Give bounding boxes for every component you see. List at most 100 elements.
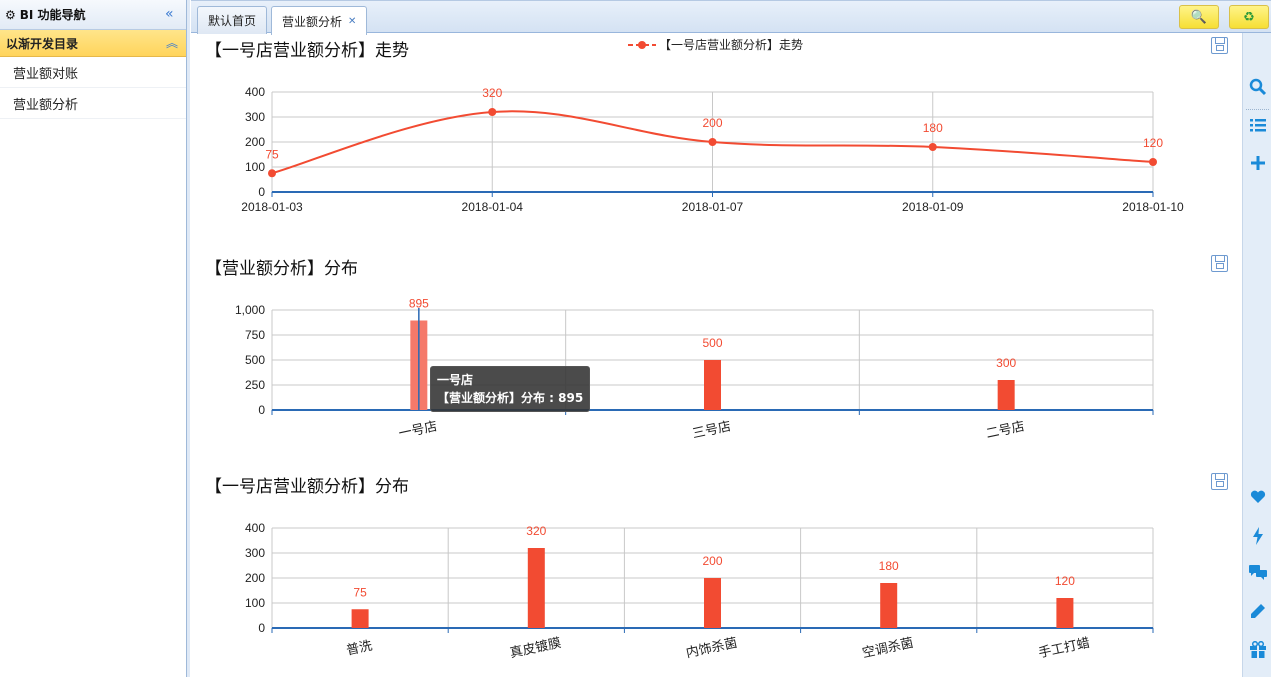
chart-title-store-dist: 【营业额分析】分布 [205, 259, 358, 279]
sidebar-item-label: 营业额分析 [13, 97, 79, 113]
nav-title: BI 功能导航 [19, 8, 86, 22]
data-label: 75 [353, 585, 367, 599]
sidebar-item-reconcile[interactable]: 营业额对账 [0, 57, 186, 88]
tab-label: 默认首页 [208, 14, 257, 28]
bar [880, 583, 898, 628]
data-label: 200 [702, 116, 722, 130]
bar [997, 380, 1015, 410]
y-tick-label: 1,000 [235, 303, 265, 317]
y-tick-label: 200 [245, 571, 265, 585]
tab-home[interactable]: 默认首页 [197, 6, 268, 34]
bar [527, 548, 545, 628]
collapse-sidebar-icon[interactable]: « [165, 6, 174, 22]
chart-title-service-dist: 【一号店营业额分析】分布 [205, 477, 409, 497]
tooltip-title: 一号店 [437, 373, 474, 387]
nav-group-header[interactable]: 以渐开发目录 ︽ [0, 30, 186, 57]
data-label: 300 [996, 356, 1016, 370]
magnifier-icon: 🔍 [1190, 9, 1208, 25]
y-tick-label: 0 [258, 621, 265, 635]
data-point [268, 169, 276, 178]
data-label: 320 [526, 524, 546, 538]
refresh-button[interactable]: ♻ [1229, 5, 1269, 29]
gear-icon: ⚙ [5, 7, 16, 22]
bar [351, 609, 369, 628]
save-icon[interactable] [1211, 37, 1228, 54]
store-bar-chart: 02505007501,000 895一号店500三号店300二号店 [235, 297, 1154, 441]
data-point [488, 108, 497, 116]
recycle-icon: ♻ [1243, 9, 1255, 25]
list-icon[interactable] [1248, 117, 1268, 137]
x-tick-label: 空调杀菌 [861, 635, 915, 660]
close-icon[interactable]: ✕ [348, 16, 356, 27]
y-tick-label: 250 [245, 378, 265, 392]
y-tick-label: 200 [245, 135, 265, 149]
y-tick-label: 500 [245, 353, 265, 367]
y-tick-label: 400 [245, 85, 265, 99]
tooltip-value: 【营业额分析】分布 : 895 [437, 391, 584, 405]
sidebar-item-analysis[interactable]: 营业额分析 [0, 88, 186, 119]
tab-bar: 默认首页 营业额分析 ✕ 🔍 ♻ [191, 0, 1271, 35]
y-tick-label: 750 [245, 328, 265, 342]
chart-legend[interactable]: 【一号店营业额分析】走势 [627, 36, 803, 53]
chart-tooltip: 一号店 【营业额分析】分布 : 895 [430, 366, 591, 412]
x-tick-label: 手工打蜡 [1037, 635, 1091, 660]
y-tick-label: 400 [245, 521, 265, 535]
sidebar: ⚙ BI 功能导航 « 以渐开发目录 ︽ 营业额对账 营业额分析 [0, 0, 190, 677]
divider [1246, 109, 1269, 110]
search-button[interactable]: 🔍 [1179, 5, 1219, 29]
gift-icon[interactable] [1248, 640, 1268, 661]
trend-line-chart: 0 100 200 300 400 2018-01-03 2018-01-04 2018-01… [241, 85, 1184, 214]
x-tick-label: 普洗 [345, 638, 374, 658]
y-tick-label: 300 [245, 546, 265, 560]
data-label: 180 [879, 559, 899, 573]
save-icon[interactable] [1211, 255, 1228, 272]
pencil-icon[interactable] [1248, 603, 1268, 623]
y-tick-label: 100 [245, 160, 265, 174]
data-point [1149, 158, 1157, 166]
x-tick-label: 2018-01-09 [902, 200, 964, 214]
content-area: 【一号店营业额分析】走势 【一号店营业额分析】走势 0 100 200 300 400 2… [195, 34, 1241, 677]
legend-line-icon [628, 40, 656, 49]
save-icon[interactable] [1211, 473, 1228, 490]
tab-label: 营业额分析 [282, 14, 343, 29]
sidebar-item-label: 营业额对账 [13, 66, 79, 82]
x-tick-label: 三号店 [691, 418, 732, 441]
data-label: 120 [1143, 136, 1163, 150]
x-tick-label: 一号店 [397, 418, 438, 441]
data-point [928, 143, 937, 151]
chat-icon[interactable] [1248, 565, 1268, 585]
lightning-icon[interactable] [1248, 527, 1268, 547]
heart-icon[interactable] [1248, 489, 1268, 509]
data-label: 320 [482, 86, 502, 100]
app-window: ⚙ BI 功能导航 « 以渐开发目录 ︽ 营业额对账 营业额分析 默认首页 营业… [0, 0, 1271, 677]
y-tick-label: 0 [258, 403, 265, 417]
right-toolbar [1242, 33, 1271, 677]
x-tick-label: 二号店 [985, 418, 1026, 441]
plus-icon[interactable] [1248, 155, 1268, 175]
y-tick-label: 100 [245, 596, 265, 610]
service-bar-chart: 0 100 200 300 400 75 普洗 320 真皮镀膜 200 内饰杀菌 180 空调杀菌 12… [245, 521, 1154, 660]
bar [1056, 598, 1074, 628]
x-tick-label: 2018-01-10 [1122, 200, 1184, 214]
nav-header: ⚙ BI 功能导航 « [0, 0, 186, 30]
x-tick-label: 2018-01-07 [682, 200, 744, 214]
data-label: 500 [702, 336, 722, 350]
search-icon[interactable] [1248, 78, 1268, 98]
y-tick-label: 0 [258, 185, 265, 199]
legend-label: 【一号店营业额分析】走势 [659, 38, 804, 52]
data-label: 180 [923, 121, 943, 135]
bar [704, 360, 721, 410]
data-label: 200 [702, 554, 722, 568]
data-label: 75 [265, 147, 279, 161]
x-tick-label: 内饰杀菌 [685, 635, 739, 660]
chart-title-trend: 【一号店营业额分析】走势 [205, 41, 409, 61]
x-tick-label: 2018-01-04 [462, 200, 524, 214]
nav-group-label: 以渐开发目录 [6, 36, 79, 51]
bar [704, 578, 721, 628]
x-tick-label: 2018-01-03 [241, 200, 303, 214]
y-tick-label: 300 [245, 110, 265, 124]
data-point [708, 138, 717, 146]
data-label: 120 [1055, 574, 1075, 588]
chevron-up-icon[interactable]: ︽ [166, 34, 178, 51]
tab-revenue-analysis[interactable]: 营业额分析 ✕ [271, 6, 368, 35]
